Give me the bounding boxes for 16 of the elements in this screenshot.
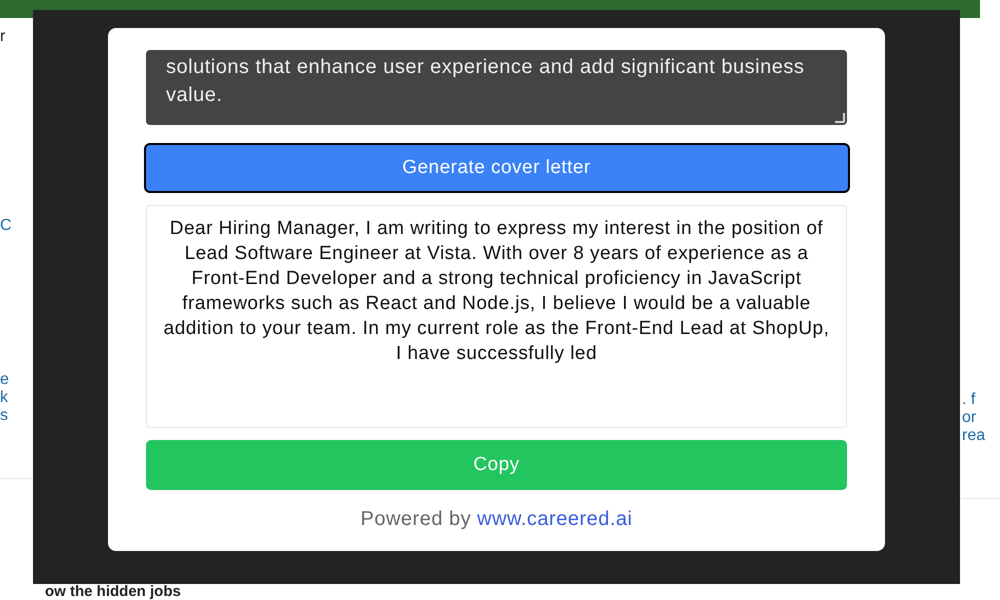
cut-off-text: or bbox=[962, 411, 978, 425]
cut-off-text: e bbox=[0, 373, 10, 387]
cut-off-text: s bbox=[0, 409, 9, 423]
cover-letter-box[interactable] bbox=[146, 205, 847, 428]
description-textarea[interactable]: solutions that enhance user experience and add significant business value. bbox=[146, 50, 847, 125]
cover-letter-text: Dear Hiring Manager, I am writing to express my interest in the position of Lead Software Engineer at Vista. With over 8 years of experience as a Front-End Developer and a strong technical proficiency in JavaScript frameworks such as React and Node.js, I believe I would be a valuable addition to your team. In my current role as the Front-End Lead at ShopUp, I have successfully led bbox=[162, 217, 830, 366]
cut-off-text: rea bbox=[962, 429, 986, 443]
cut-off-text: k bbox=[0, 391, 9, 405]
section-heading: ow the hidden jobs bbox=[44, 584, 182, 600]
generate-cover-letter-button[interactable]: Generate cover letter bbox=[144, 143, 850, 193]
cut-off-text: r bbox=[0, 30, 6, 44]
powered-by-text: Powered by bbox=[360, 507, 472, 532]
careered-link[interactable]: www.careered.ai bbox=[477, 504, 632, 534]
cut-off-text: C bbox=[0, 219, 13, 233]
cut-off-text: . f bbox=[962, 393, 976, 407]
resize-handle-icon[interactable] bbox=[835, 113, 845, 123]
